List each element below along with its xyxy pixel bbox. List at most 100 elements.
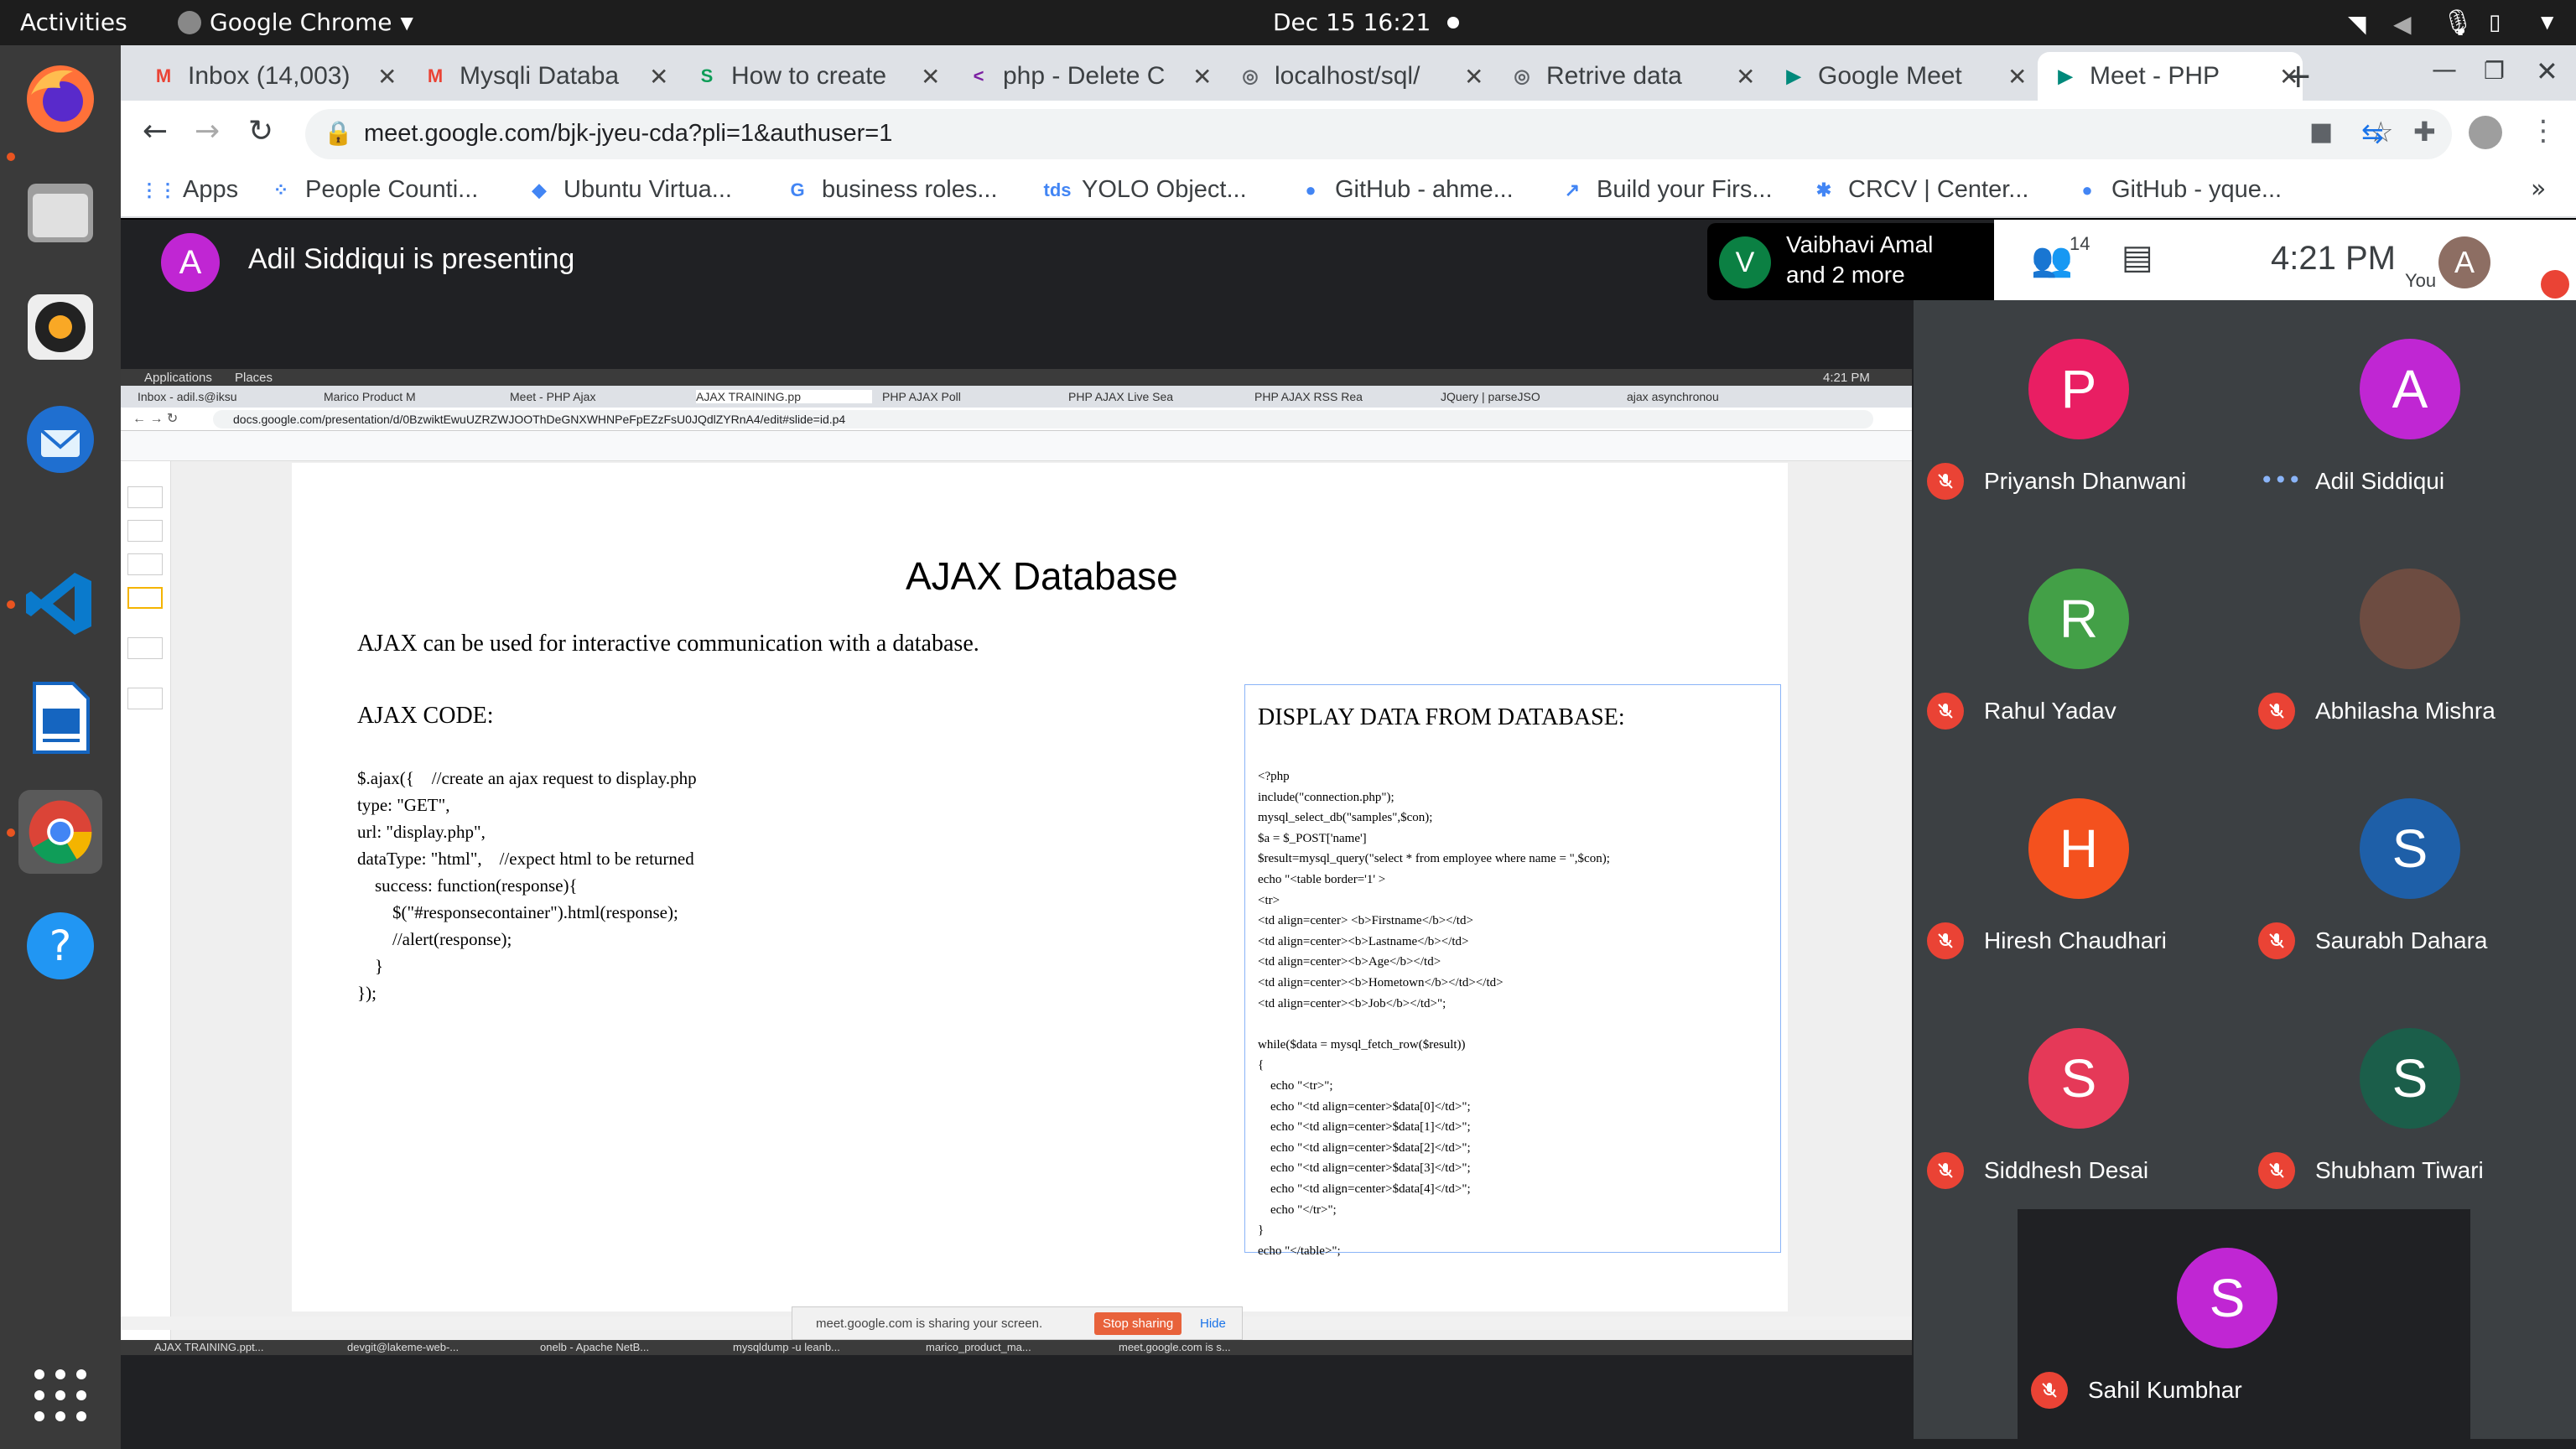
chrome-icon[interactable] bbox=[18, 790, 102, 874]
participant-tile[interactable]: S Saurabh Dahara bbox=[2245, 760, 2576, 989]
mic-off-icon bbox=[2258, 1152, 2295, 1189]
browser-tab[interactable]: ◎ localhost/sql/ ✕ bbox=[1223, 52, 1488, 101]
rhythmbox-icon[interactable] bbox=[18, 285, 102, 369]
people-icon[interactable]: 👥 bbox=[2031, 240, 2073, 279]
slide-canvas: AJAX Database AJAX can be used for inter… bbox=[292, 463, 1788, 1311]
hide-sharing-button: Hide bbox=[1200, 1317, 1226, 1331]
self-avatar[interactable]: A bbox=[2438, 236, 2490, 288]
participant-name: Hiresh Chaudhari bbox=[1984, 927, 2167, 953]
shared-taskbar-item: mysqldump -u leanb... bbox=[733, 1341, 840, 1353]
shared-browser-tab: Meet - PHP Ajax bbox=[510, 390, 596, 403]
db-code-line: <td align=center> <b>Firstname</b></td> bbox=[1258, 914, 1473, 928]
libreoffice-impress-icon[interactable] bbox=[18, 676, 102, 760]
bookmark-item[interactable]: ● GitHub - yque... bbox=[2075, 176, 2282, 204]
db-code-line: $a = $_POST['name'] bbox=[1258, 831, 1367, 845]
bookmark-item[interactable]: Gbusiness roles... bbox=[785, 176, 997, 204]
new-tab-button[interactable]: + bbox=[2284, 57, 2313, 96]
tab-favicon-icon: M bbox=[427, 65, 444, 86]
microphone-icon[interactable]: 🎙 bbox=[2442, 8, 2474, 38]
tab-favicon-icon: ▶ bbox=[1786, 65, 1801, 86]
pinned-participants[interactable]: V Vaibhavi Amal and 2 more bbox=[1707, 223, 2001, 300]
tab-close-icon[interactable]: ✕ bbox=[1192, 63, 1212, 91]
browser-tab[interactable]: < php - Delete C ✕ bbox=[951, 52, 1216, 101]
meet-top-controls: 👥 14 ▤ 4:21 PM A You bbox=[1994, 220, 2576, 300]
participant-grid: P Priyansh Dhanwani A ••• Adil Siddiqui R Rahu… bbox=[1914, 300, 2576, 1439]
tab-favicon-icon: M bbox=[155, 65, 172, 86]
bookmark-label: GitHub - ahme... bbox=[1335, 176, 1514, 203]
bookmark-item[interactable]: ◆ Ubuntu Virtua... bbox=[527, 176, 732, 204]
apps-grid-icon[interactable] bbox=[18, 1353, 102, 1437]
shared-tab-strip: Inbox - adil.s@iksu Marico Product M Meet … bbox=[121, 386, 1912, 408]
browser-tab[interactable]: S How to create ✕ bbox=[679, 52, 944, 101]
browser-tab[interactable]: ◎ Retrive data ✕ bbox=[1494, 52, 1759, 101]
close-window-button[interactable]: ✕ bbox=[2536, 55, 2558, 87]
participant-name: Abhilasha Mishra bbox=[2315, 698, 2496, 724]
app-menu[interactable]: Google Chrome ▼ bbox=[178, 8, 413, 36]
restore-button[interactable]: ❐ bbox=[2484, 57, 2505, 85]
volume-icon[interactable]: ◀ bbox=[2393, 10, 2412, 38]
browser-tab[interactable]: ▶ Meet - PHP ✕ bbox=[2038, 52, 2303, 101]
bookmark-item[interactable]: tds YOLO Object... bbox=[1044, 176, 1247, 204]
bookmark-item[interactable]: ⁘ People Counti... bbox=[268, 176, 479, 204]
self-label: You bbox=[2405, 270, 2437, 291]
profile-avatar[interactable] bbox=[2469, 116, 2502, 149]
shared-taskbar-item: marico_product_ma... bbox=[926, 1341, 1031, 1353]
clock[interactable]: Dec 15 16:21 bbox=[1273, 8, 1431, 36]
system-menu-chevron-icon[interactable]: ▼ bbox=[2541, 12, 2553, 32]
participant-tile[interactable]: A ••• Adil Siddiqui bbox=[2245, 300, 2576, 530]
bookmark-item[interactable]: ⋮⋮ Apps bbox=[140, 176, 238, 204]
browser-tab[interactable]: M Mysqli Databa ✕ bbox=[408, 52, 673, 101]
battery-icon[interactable]: ▯ bbox=[2489, 10, 2501, 35]
url-text[interactable]: meet.google.com/bjk-jyeu-cda?pli=1&authu… bbox=[364, 120, 892, 148]
files-icon[interactable] bbox=[18, 171, 102, 255]
shared-browser-tab: ajax asynchronou bbox=[1627, 390, 1719, 403]
minimize-button[interactable]: — bbox=[2432, 55, 2457, 85]
participant-tile[interactable]: S Shubham Tiwari bbox=[2245, 989, 2576, 1219]
browser-tab[interactable]: M Inbox (14,003) ✕ bbox=[136, 52, 401, 101]
activities-button[interactable]: Activities bbox=[20, 8, 127, 36]
tab-close-icon[interactable]: ✕ bbox=[649, 63, 668, 91]
translate-extension-icon[interactable]: ⇆ bbox=[2361, 117, 2384, 149]
participant-tile[interactable]: P Priyansh Dhanwani bbox=[1914, 300, 2245, 530]
meet-clock: 4:21 PM bbox=[2271, 240, 2396, 277]
shared-browser-tab: PHP AJAX Live Sea bbox=[1068, 390, 1174, 403]
camera-icon[interactable]: ■ bbox=[2309, 117, 2333, 147]
participant-tile[interactable]: Abhilasha Mishra bbox=[2245, 530, 2576, 760]
back-icon[interactable]: ← bbox=[143, 114, 168, 148]
vscode-icon[interactable] bbox=[18, 562, 102, 646]
tab-close-icon[interactable]: ✕ bbox=[2007, 63, 2027, 91]
participant-tile[interactable]: H Hiresh Chaudhari bbox=[1914, 760, 2245, 989]
db-code-line: echo "<td align=center>$data[1]</td>"; bbox=[1258, 1120, 1471, 1135]
shared-back-icon: ← → ↻ bbox=[132, 412, 179, 426]
bookmark-item[interactable]: ● GitHub - ahme... bbox=[1298, 176, 1514, 204]
wifi-icon[interactable]: ◥ bbox=[2348, 10, 2366, 38]
db-code-line: echo "<td align=center>$data[4]</td>"; bbox=[1258, 1182, 1471, 1196]
help-icon[interactable]: ? bbox=[18, 904, 102, 988]
bookmarks-bar: ⋮⋮ Apps ⁘ People Counti... ◆ Ubuntu Virtua...… bbox=[121, 168, 2576, 218]
bookmark-item[interactable]: ✱ CRCV | Center... bbox=[1811, 176, 2029, 204]
db-code-line: echo "<td align=center>$data[3]</td>"; bbox=[1258, 1161, 1471, 1176]
participant-tile[interactable]: S Siddhesh Desai bbox=[1914, 989, 2245, 1219]
extensions-icon[interactable]: ✚ bbox=[2413, 116, 2436, 148]
forward-icon[interactable]: → bbox=[195, 114, 220, 148]
tab-close-icon[interactable]: ✕ bbox=[921, 63, 940, 91]
tab-close-icon[interactable]: ✕ bbox=[1464, 63, 1483, 91]
firefox-icon[interactable] bbox=[18, 57, 102, 141]
slide-title: AJAX Database bbox=[906, 554, 1178, 598]
stop-sharing-button: Stop sharing bbox=[1094, 1312, 1182, 1335]
participant-tile[interactable]: R Rahul Yadav bbox=[1914, 530, 2245, 760]
chat-icon[interactable]: ▤ bbox=[2122, 238, 2153, 277]
bookmark-item[interactable]: ↗ Build your Firs... bbox=[1560, 176, 1773, 204]
browser-tab[interactable]: ▶ Google Meet ✕ bbox=[1766, 52, 2031, 101]
tab-close-icon[interactable]: ✕ bbox=[377, 63, 397, 91]
reload-icon[interactable]: ↻ bbox=[248, 114, 273, 148]
thunderbird-icon[interactable] bbox=[18, 397, 102, 481]
more-bookmarks-icon[interactable]: » bbox=[2531, 174, 2546, 204]
tab-close-icon[interactable]: ✕ bbox=[1736, 63, 1755, 91]
chrome-toolbar: ← → ↻ 🔒 meet.google.com/bjk-jyeu-cda?pli… bbox=[121, 101, 2576, 168]
chrome-menu-icon[interactable]: ⋮ bbox=[2529, 114, 2558, 148]
address-bar[interactable]: 🔒 meet.google.com/bjk-jyeu-cda?pli=1&aut… bbox=[305, 109, 2452, 159]
participant-tile[interactable]: S Sahil Kumbhar bbox=[2018, 1209, 2470, 1439]
mic-off-icon bbox=[2031, 1372, 2068, 1409]
code-line: dataType: "html", //expect html to be re… bbox=[357, 849, 694, 869]
